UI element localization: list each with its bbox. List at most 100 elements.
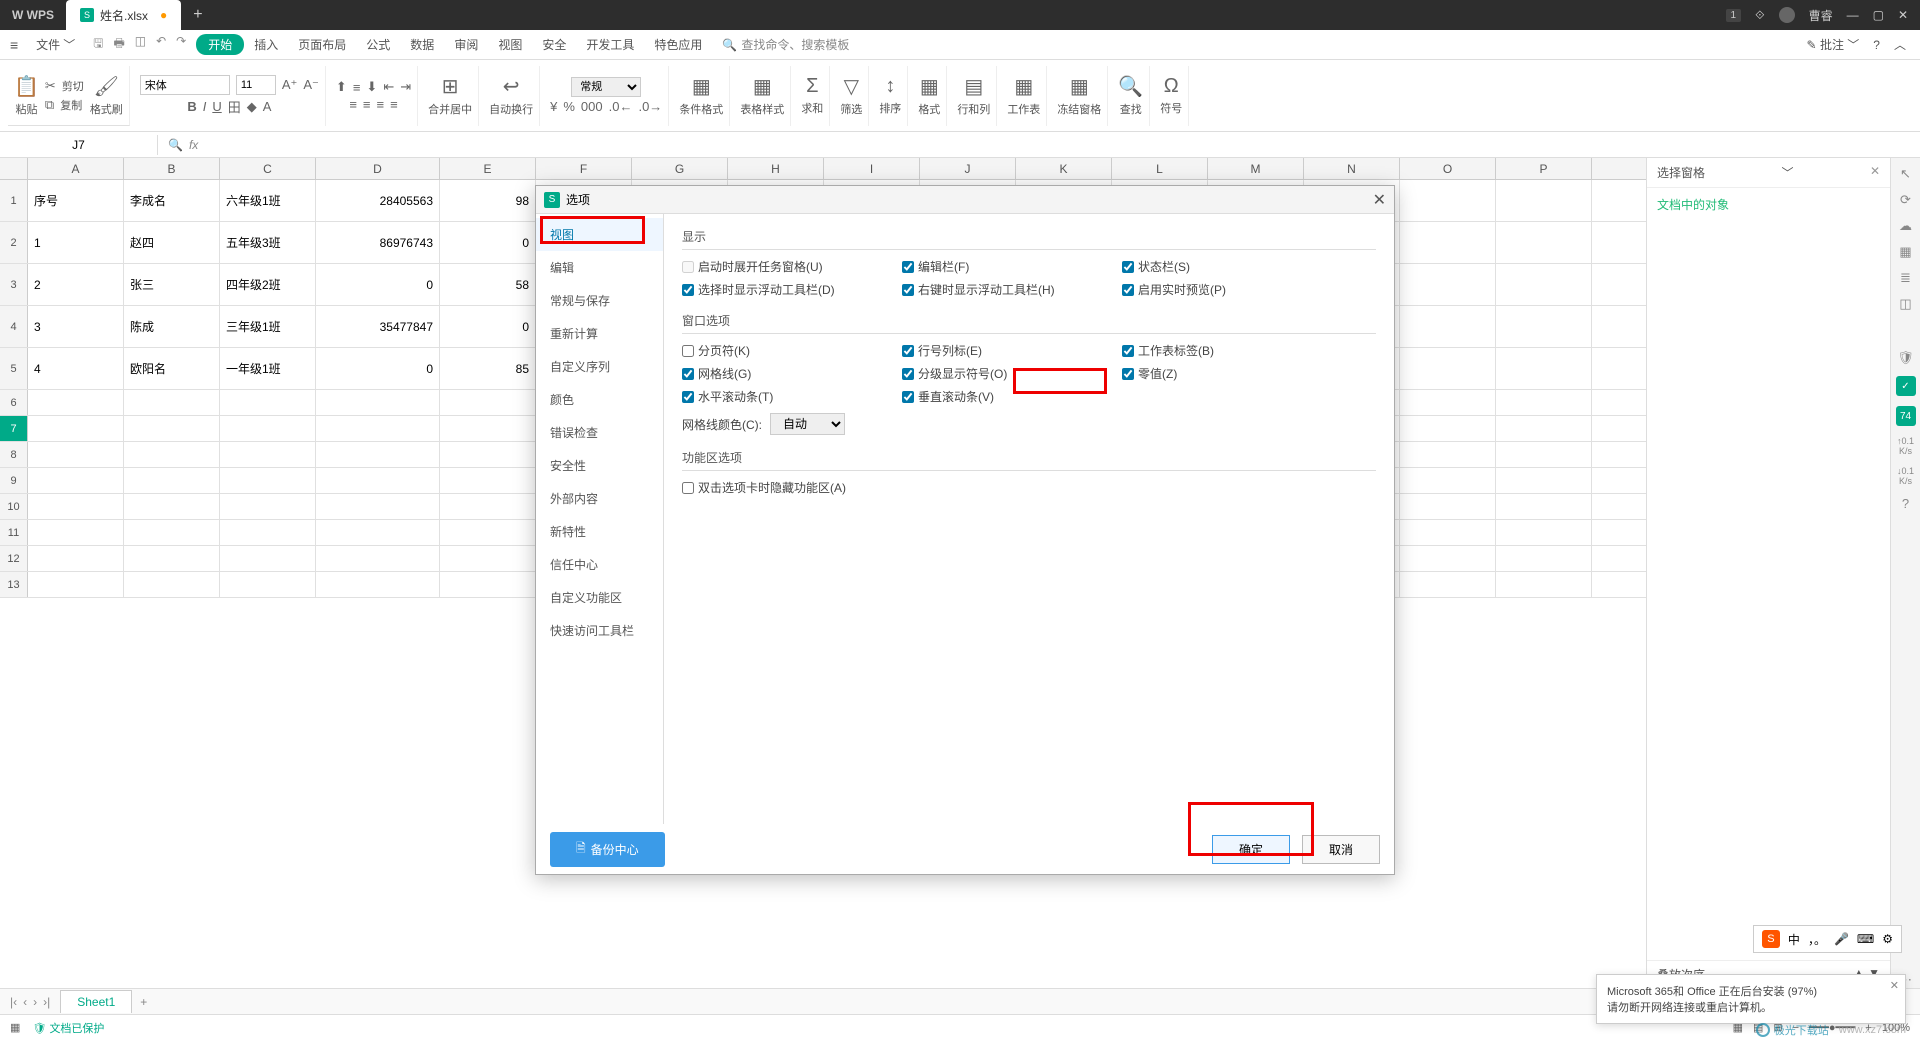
cell[interactable] bbox=[1400, 306, 1496, 347]
document-tab[interactable]: S 姓名.xlsx ● bbox=[66, 0, 181, 30]
grid-color-select[interactable]: 自动 bbox=[770, 413, 845, 435]
ime-mic-icon[interactable]: 🎤 bbox=[1834, 932, 1849, 946]
cell[interactable] bbox=[1400, 348, 1496, 389]
menu-view[interactable]: 视图 bbox=[488, 36, 532, 53]
dialog-nav-item[interactable]: 外部内容 bbox=[536, 482, 663, 515]
opt-hscroll[interactable]: 水平滚动条(T) bbox=[682, 388, 882, 405]
cell[interactable] bbox=[124, 494, 220, 519]
cell[interactable] bbox=[440, 494, 536, 519]
fill-color-icon[interactable]: ◆ bbox=[247, 99, 257, 115]
col-header-G[interactable]: G bbox=[632, 158, 728, 179]
comment-button[interactable]: ✎ 批注 ﹀ bbox=[1807, 36, 1860, 53]
cell[interactable] bbox=[28, 390, 124, 415]
col-header-K[interactable]: K bbox=[1016, 158, 1112, 179]
cell[interactable] bbox=[440, 468, 536, 493]
col-header-I[interactable]: I bbox=[824, 158, 920, 179]
bold-icon[interactable]: B bbox=[187, 99, 196, 114]
cell[interactable]: 李成名 bbox=[124, 180, 220, 221]
cell[interactable] bbox=[1400, 572, 1496, 597]
rowcol-button[interactable]: ▤行和列 bbox=[957, 74, 990, 117]
help-sidebar-icon[interactable]: ? bbox=[1902, 496, 1909, 511]
dec-dec-icon[interactable]: .0→ bbox=[638, 99, 662, 114]
col-header-A[interactable]: A bbox=[28, 158, 124, 179]
cell[interactable]: 58 bbox=[440, 264, 536, 305]
cell[interactable] bbox=[124, 520, 220, 545]
paste-button[interactable]: 📋粘贴 bbox=[14, 74, 39, 117]
opt-rclick-float[interactable]: 右键时显示浮动工具栏(H) bbox=[902, 281, 1102, 298]
cell[interactable] bbox=[124, 442, 220, 467]
opt-outline[interactable]: 分级显示符号(O) bbox=[902, 365, 1102, 382]
cut-button[interactable]: ✂剪切 bbox=[45, 78, 84, 94]
menu-page-layout[interactable]: 页面布局 bbox=[288, 36, 356, 53]
opt-row-col-hdr[interactable]: 行号列标(E) bbox=[902, 342, 1102, 359]
fx-search-icon[interactable]: 🔍 bbox=[168, 138, 183, 152]
cell[interactable] bbox=[440, 572, 536, 597]
cell[interactable]: 2 bbox=[28, 264, 124, 305]
cell[interactable] bbox=[1400, 180, 1496, 221]
select-tool-icon[interactable]: ↖ bbox=[1900, 166, 1911, 182]
cell[interactable] bbox=[124, 468, 220, 493]
status-badge-green[interactable]: ✓ bbox=[1896, 376, 1916, 396]
indent-inc-icon[interactable]: ⇥ bbox=[400, 79, 411, 95]
menu-review[interactable]: 审阅 bbox=[444, 36, 488, 53]
ime-settings-icon[interactable]: ⚙ bbox=[1882, 932, 1893, 946]
toast-close-icon[interactable]: ✕ bbox=[1890, 979, 1899, 992]
sort-button[interactable]: ↕排序 bbox=[879, 75, 901, 116]
hamburger-icon[interactable]: ≡ bbox=[0, 37, 28, 53]
find-button[interactable]: 🔍查找 bbox=[1118, 74, 1143, 117]
currency-icon[interactable]: ¥ bbox=[550, 99, 557, 114]
cell[interactable] bbox=[220, 494, 316, 519]
dialog-nav-item[interactable]: 常规与保存 bbox=[536, 284, 663, 317]
cell[interactable] bbox=[1400, 416, 1496, 441]
cell[interactable]: 0 bbox=[440, 306, 536, 347]
cell[interactable]: 28405563 bbox=[316, 180, 440, 221]
cancel-button[interactable]: 取消 bbox=[1302, 835, 1380, 864]
cell[interactable] bbox=[1496, 416, 1592, 441]
cell[interactable] bbox=[124, 390, 220, 415]
cell[interactable] bbox=[28, 468, 124, 493]
cell[interactable]: 六年级1班 bbox=[220, 180, 316, 221]
opt-sheet-tabs[interactable]: 工作表标签(B) bbox=[1122, 342, 1322, 359]
save-icon[interactable]: 🖫 bbox=[93, 34, 103, 55]
opt-live-preview[interactable]: 启用实时预览(P) bbox=[1122, 281, 1322, 298]
cell[interactable]: 三年级1班 bbox=[220, 306, 316, 347]
cell[interactable]: 0 bbox=[316, 264, 440, 305]
cell[interactable]: 0 bbox=[440, 222, 536, 263]
menu-security[interactable]: 安全 bbox=[532, 36, 576, 53]
ime-punct[interactable]: ，。 bbox=[1808, 931, 1826, 948]
opt-vscroll[interactable]: 垂直滚动条(V) bbox=[902, 388, 1102, 405]
col-header-N[interactable]: N bbox=[1304, 158, 1400, 179]
dialog-nav-item[interactable]: 颜色 bbox=[536, 383, 663, 416]
cell[interactable]: 35477847 bbox=[316, 306, 440, 347]
cell[interactable] bbox=[440, 520, 536, 545]
dialog-nav-item[interactable]: 编辑 bbox=[536, 251, 663, 284]
menu-dev-tools[interactable]: 开发工具 bbox=[576, 36, 644, 53]
align-left-icon[interactable]: ≡ bbox=[349, 97, 357, 112]
underline-icon[interactable]: U bbox=[212, 99, 221, 114]
row-header[interactable]: 5 bbox=[0, 348, 28, 389]
menu-insert[interactable]: 插入 bbox=[244, 36, 288, 53]
cell[interactable]: 一年级1班 bbox=[220, 348, 316, 389]
cell[interactable] bbox=[1400, 222, 1496, 263]
undo-icon[interactable]: ↶ bbox=[156, 34, 166, 55]
row-header[interactable]: 13 bbox=[0, 572, 28, 597]
fx-icon[interactable]: fx bbox=[189, 138, 198, 152]
dialog-nav-item[interactable]: 自定义功能区 bbox=[536, 581, 663, 614]
sheet-nav-next-icon[interactable]: › bbox=[33, 995, 37, 1009]
cell[interactable]: 86976743 bbox=[316, 222, 440, 263]
cell[interactable] bbox=[1400, 520, 1496, 545]
menu-formula[interactable]: 公式 bbox=[356, 36, 400, 53]
col-header-J[interactable]: J bbox=[920, 158, 1016, 179]
dialog-nav-item[interactable]: 视图 bbox=[536, 218, 663, 251]
skin-icon[interactable]: ⟐ bbox=[1755, 8, 1764, 23]
opt-sel-float[interactable]: 选择时显示浮动工具栏(D) bbox=[682, 281, 882, 298]
settings-icon[interactable]: ◫ bbox=[1899, 296, 1911, 312]
col-header-O[interactable]: O bbox=[1400, 158, 1496, 179]
sum-button[interactable]: Σ求和 bbox=[801, 75, 823, 116]
comma-icon[interactable]: 000 bbox=[581, 99, 603, 114]
cell[interactable] bbox=[124, 572, 220, 597]
pane-close-icon[interactable]: ✕ bbox=[1870, 164, 1880, 181]
name-box[interactable]: J7 bbox=[0, 135, 158, 155]
col-header-M[interactable]: M bbox=[1208, 158, 1304, 179]
sheet-tab-sheet1[interactable]: Sheet1 bbox=[60, 990, 132, 1013]
